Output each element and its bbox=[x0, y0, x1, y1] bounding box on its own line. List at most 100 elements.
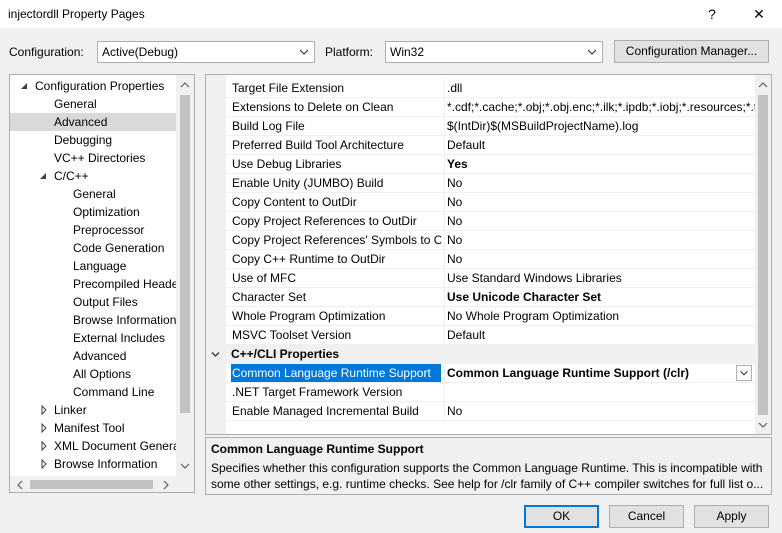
tree-item-label: Code Generation bbox=[73, 241, 165, 255]
tree-item-label: VC++ Directories bbox=[54, 151, 146, 165]
property-row-msvc-toolset-version[interactable]: MSVC Toolset Version Default bbox=[206, 326, 755, 345]
tree-item-label: Language bbox=[73, 259, 127, 273]
tree-item-label: Browse Information bbox=[54, 457, 158, 471]
property-row-use-of-mfc[interactable]: Use of MFC Use Standard Windows Libraries bbox=[206, 269, 755, 288]
tree-item-label: All Options bbox=[73, 367, 132, 381]
tree-item-advanced[interactable]: Advanced bbox=[10, 347, 176, 365]
property-row-target-file-extension[interactable]: Target File Extension .dll bbox=[206, 79, 755, 98]
tree-item-code-generation[interactable]: Code Generation bbox=[10, 239, 176, 257]
configuration-manager-button[interactable]: Configuration Manager... bbox=[614, 40, 769, 63]
scroll-right-icon[interactable] bbox=[158, 477, 174, 493]
close-button[interactable]: ✕ bbox=[744, 4, 774, 24]
property-value[interactable]: No bbox=[444, 231, 755, 249]
collapsed-arrow-icon[interactable] bbox=[39, 419, 49, 437]
tree-hscroll-thumb[interactable] bbox=[30, 480, 153, 489]
scroll-down-icon[interactable] bbox=[177, 458, 193, 474]
tree-item-manifest-tool[interactable]: Manifest Tool bbox=[10, 419, 176, 437]
property-row-net-target-framework-version[interactable]: .NET Target Framework Version bbox=[206, 383, 755, 402]
expanded-arrow-icon[interactable] bbox=[39, 167, 49, 185]
property-row-whole-program-optimization[interactable]: Whole Program Optimization No Whole Progr… bbox=[206, 307, 755, 326]
property-value[interactable]: Default bbox=[444, 326, 755, 344]
property-row-use-debug-libraries[interactable]: Use Debug Libraries Yes bbox=[206, 155, 755, 174]
platform-dropdown[interactable]: Win32 bbox=[385, 41, 603, 63]
tree-item-label: Browse Information bbox=[73, 313, 176, 327]
property-value[interactable]: Common Language Runtime Support (/clr) bbox=[444, 364, 755, 382]
property-value[interactable]: No bbox=[444, 250, 755, 268]
tree-item-general[interactable]: General bbox=[10, 185, 176, 203]
property-value[interactable]: Use Standard Windows Libraries bbox=[444, 269, 755, 287]
tree-scroll-thumb[interactable] bbox=[180, 95, 190, 413]
tree-item-xml-document-genera[interactable]: XML Document Genera bbox=[10, 437, 176, 455]
property-value[interactable]: *.cdf;*.cache;*.obj;*.obj.enc;*.ilk;*.ip… bbox=[444, 98, 755, 116]
tree-item-optimization[interactable]: Optimization bbox=[10, 203, 176, 221]
tree-item-all-options[interactable]: All Options bbox=[10, 365, 176, 383]
tree-item-browse-information[interactable]: Browse Information bbox=[10, 455, 176, 473]
value-dropdown-button[interactable] bbox=[736, 365, 752, 381]
property-value[interactable]: No bbox=[444, 174, 755, 192]
grid-scroll-thumb[interactable] bbox=[758, 95, 768, 415]
category-c-cli-properties[interactable]: C++/CLI Properties bbox=[206, 345, 755, 364]
scroll-up-icon[interactable] bbox=[177, 77, 193, 93]
property-value[interactable]: $(IntDir)$(MSBuildProjectName).log bbox=[444, 117, 755, 135]
property-row-enable-managed-incremental-build[interactable]: Enable Managed Incremental Build No bbox=[206, 402, 755, 421]
property-value[interactable]: .dll bbox=[444, 79, 755, 97]
help-button[interactable]: ? bbox=[697, 4, 727, 24]
tree-item-linker[interactable]: Linker bbox=[10, 401, 176, 419]
ok-button[interactable]: OK bbox=[524, 505, 599, 528]
property-row-copy-c-runtime-to-outdir[interactable]: Copy C++ Runtime to OutDir No bbox=[206, 250, 755, 269]
property-row-preferred-build-tool-architecture[interactable]: Preferred Build Tool Architecture Default bbox=[206, 136, 755, 155]
grid-vertical-scrollbar[interactable] bbox=[755, 75, 771, 434]
tree-item-advanced[interactable]: Advanced bbox=[10, 113, 176, 131]
property-row-enable-unity-jumbo-build[interactable]: Enable Unity (JUMBO) Build No bbox=[206, 174, 755, 193]
collapsed-arrow-icon[interactable] bbox=[39, 401, 49, 419]
tree-item-debugging[interactable]: Debugging bbox=[10, 131, 176, 149]
property-value[interactable]: No bbox=[444, 212, 755, 230]
collapsed-arrow-icon[interactable] bbox=[39, 455, 49, 473]
configuration-value: Active(Debug) bbox=[102, 45, 179, 59]
tree-vertical-scrollbar[interactable] bbox=[176, 75, 194, 476]
property-value[interactable]: No Whole Program Optimization bbox=[444, 307, 755, 325]
tree-item-configuration-properties[interactable]: Configuration Properties bbox=[10, 77, 176, 95]
category-label: C++/CLI Properties bbox=[231, 347, 340, 361]
window-title: injectordll Property Pages bbox=[8, 7, 145, 21]
tree-item-c-c[interactable]: C/C++ bbox=[10, 167, 176, 185]
property-value[interactable]: Default bbox=[444, 136, 755, 154]
tree-item-label: Manifest Tool bbox=[54, 421, 125, 435]
tree-item-general[interactable]: General bbox=[10, 95, 176, 113]
property-value[interactable]: No bbox=[444, 193, 755, 211]
property-value[interactable]: Yes bbox=[444, 155, 755, 173]
property-row-common-language-runtime-support[interactable]: Common Language Runtime Support Common La… bbox=[206, 364, 755, 383]
tree-horizontal-scrollbar[interactable] bbox=[10, 476, 194, 493]
collapsed-arrow-icon[interactable] bbox=[39, 437, 49, 455]
expanded-arrow-icon[interactable] bbox=[20, 77, 30, 95]
apply-button[interactable]: Apply bbox=[694, 505, 769, 528]
tree-item-browse-information[interactable]: Browse Information bbox=[10, 311, 176, 329]
cancel-button[interactable]: Cancel bbox=[609, 505, 684, 528]
property-grid: Target File Extension .dll Extensions to D… bbox=[205, 74, 772, 435]
property-row-copy-content-to-outdir[interactable]: Copy Content to OutDir No bbox=[206, 193, 755, 212]
scroll-up-icon[interactable] bbox=[755, 77, 771, 93]
tree-item-precompiled-heade[interactable]: Precompiled Heade bbox=[10, 275, 176, 293]
property-value[interactable]: No bbox=[444, 402, 755, 420]
chevron-down-icon[interactable] bbox=[210, 349, 221, 360]
property-row-copy-project-references-to-outdir[interactable]: Copy Project References to OutDir No bbox=[206, 212, 755, 231]
property-value[interactable]: Use Unicode Character Set bbox=[444, 288, 755, 306]
property-value[interactable] bbox=[444, 383, 755, 401]
property-name: Preferred Build Tool Architecture bbox=[232, 138, 404, 152]
property-row-character-set[interactable]: Character Set Use Unicode Character Set bbox=[206, 288, 755, 307]
tree-item-language[interactable]: Language bbox=[10, 257, 176, 275]
tree-item-preprocessor[interactable]: Preprocessor bbox=[10, 221, 176, 239]
tree-item-vc-directories[interactable]: VC++ Directories bbox=[10, 149, 176, 167]
property-row-copy-project-references-symbols-to-ou[interactable]: Copy Project References' Symbols to Ou No bbox=[206, 231, 755, 250]
description-panel: Common Language Runtime Support Specifie… bbox=[205, 437, 772, 495]
tree-item-output-files[interactable]: Output Files bbox=[10, 293, 176, 311]
property-row-extensions-to-delete-on-clean[interactable]: Extensions to Delete on Clean *.cdf;*.cac… bbox=[206, 98, 755, 117]
configuration-dropdown[interactable]: Active(Debug) bbox=[97, 41, 315, 63]
scroll-down-icon[interactable] bbox=[755, 417, 771, 433]
tree-item-command-line[interactable]: Command Line bbox=[10, 383, 176, 401]
property-name: Target File Extension bbox=[232, 81, 345, 95]
property-name: Whole Program Optimization bbox=[232, 309, 386, 323]
property-row-build-log-file[interactable]: Build Log File $(IntDir)$(MSBuildProjectN… bbox=[206, 117, 755, 136]
tree-item-external-includes[interactable]: External Includes bbox=[10, 329, 176, 347]
scroll-left-icon[interactable] bbox=[12, 477, 28, 493]
